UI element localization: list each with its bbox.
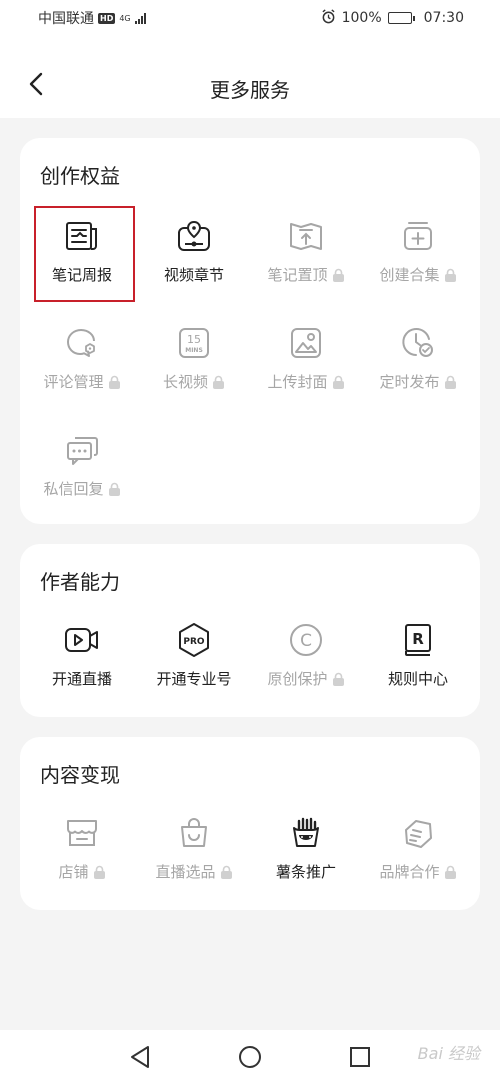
service-item-copyright[interactable]: C 原创保护 <box>251 622 361 708</box>
rules-center-icon: R <box>400 622 436 658</box>
copyright-icon-text: C <box>300 631 312 651</box>
circle-home-icon <box>239 1045 261 1068</box>
lock-icon <box>332 672 344 686</box>
pro-account-icon: PRO <box>176 622 212 658</box>
item-label: 规则中心 <box>387 670 448 688</box>
brand-cooperation-icon <box>400 815 436 851</box>
item-label: 品牌合作 <box>379 863 440 881</box>
copyright-icon: C <box>288 622 324 658</box>
battery-icon <box>387 12 415 24</box>
item-label: 直播选品 <box>155 863 216 881</box>
section-title: 作者能力 <box>40 570 120 594</box>
item-label: 薯条推广 <box>275 863 336 881</box>
lock-icon <box>108 375 120 389</box>
item-label: 视频章节 <box>163 266 224 284</box>
lock-icon <box>220 865 232 879</box>
item-label: 定时发布 <box>379 373 440 391</box>
service-item-create-collection[interactable]: 创建合集 <box>363 218 473 304</box>
service-item-upload-cover[interactable]: 上传封面 <box>251 325 361 411</box>
service-item-scheduled-publish[interactable]: 定时发布 <box>363 325 473 411</box>
service-item-rules-center[interactable]: R 规则中心 <box>363 622 473 708</box>
live-stream-icon <box>64 622 100 658</box>
live-selection-icon <box>176 815 212 851</box>
nav-recents-button[interactable] <box>347 1044 373 1070</box>
service-item-pro-account[interactable]: PRO 开通专业号 <box>139 622 249 708</box>
section-title: 内容变现 <box>40 763 120 787</box>
lock-icon <box>108 482 120 496</box>
create-collection-icon <box>400 218 436 254</box>
item-label: 开通专业号 <box>156 670 232 688</box>
service-item-live-selection[interactable]: 直播选品 <box>139 815 249 901</box>
service-item-pin-top[interactable]: 笔记置顶 <box>251 218 361 304</box>
clock-time: 07:30 <box>423 10 464 26</box>
item-label: 私信回复 <box>43 480 104 498</box>
weekly-report-icon <box>64 218 100 254</box>
comment-manage-icon <box>64 325 100 361</box>
carrier-label: 中国联通 <box>38 11 94 27</box>
message-reply-icon <box>64 432 100 468</box>
lock-icon <box>444 375 456 389</box>
hd-badge: HD <box>98 12 116 24</box>
long-video-icon: 15 MINS <box>176 325 212 361</box>
fries-promotion-icon <box>288 815 324 851</box>
service-item-long-video[interactable]: 15 MINS 长视频 <box>139 325 249 411</box>
triangle-back-icon <box>131 1045 149 1068</box>
alarm-icon <box>321 8 336 28</box>
section-title: 创作权益 <box>40 164 120 188</box>
lock-icon <box>93 865 105 879</box>
lock-icon <box>444 268 456 282</box>
service-item-shop[interactable]: 店铺 <box>27 815 137 901</box>
pin-top-icon <box>288 218 324 254</box>
lock-icon <box>332 268 344 282</box>
lock-icon <box>332 375 344 389</box>
item-label: 上传封面 <box>267 373 328 391</box>
service-item-comment-manage[interactable]: 评论管理 <box>27 325 137 411</box>
service-item-message-reply[interactable]: 私信回复 <box>27 432 137 518</box>
lock-icon <box>444 865 456 879</box>
shop-icon <box>64 815 100 851</box>
item-label: 原创保护 <box>267 670 328 688</box>
author-abilities-card: 作者能力 开通直播 PRO 开通专业号 C 原创保护 R 规则中心 <box>20 544 480 717</box>
item-label: 创建合集 <box>379 266 440 284</box>
item-label: 开通直播 <box>51 670 112 688</box>
service-item-weekly-report[interactable]: 笔记周报 <box>27 218 137 304</box>
watermark: Bai 经验 <box>417 1044 480 1063</box>
upload-cover-icon <box>288 325 324 361</box>
page-title: 更多服务 <box>210 78 290 102</box>
network-label: 4G <box>119 13 131 23</box>
creation-benefits-card: 创作权益 笔记周报 视频章节 笔记置顶 创建合集 评论管理 15 MINS 长视… <box>20 138 480 524</box>
pro-icon-text: PRO <box>183 637 205 647</box>
rules-icon-text: R <box>412 630 424 648</box>
video-chapter-icon <box>176 218 212 254</box>
service-item-video-chapter[interactable]: 视频章节 <box>139 218 249 304</box>
item-label: 笔记周报 <box>51 266 112 284</box>
scheduled-publish-icon <box>400 325 436 361</box>
battery-percent: 100% <box>341 10 382 26</box>
item-label: 评论管理 <box>43 373 104 391</box>
item-label: 笔记置顶 <box>267 266 328 284</box>
service-item-fries-promotion[interactable]: 薯条推广 <box>251 815 361 901</box>
nav-home-button[interactable] <box>237 1044 263 1070</box>
page-header: 更多服务 <box>0 36 500 118</box>
lock-icon <box>213 375 224 389</box>
service-item-brand-cooperation[interactable]: 品牌合作 <box>363 815 473 901</box>
long-video-icon-number: 15 <box>187 333 201 346</box>
service-item-live-stream[interactable]: 开通直播 <box>27 622 137 708</box>
content-monetization-card: 内容变现 店铺 直播选品 薯条推广 品牌合作 <box>20 737 480 910</box>
nav-back-button[interactable] <box>127 1044 153 1070</box>
signal-icon <box>134 12 146 24</box>
item-label: 长视频 <box>162 373 208 391</box>
item-label: 店铺 <box>58 863 89 881</box>
status-bar: 中国联通 HD 4G 100% 07:30 <box>0 0 500 36</box>
long-video-icon-unit: MINS <box>185 347 203 354</box>
square-recents-icon <box>350 1046 370 1067</box>
